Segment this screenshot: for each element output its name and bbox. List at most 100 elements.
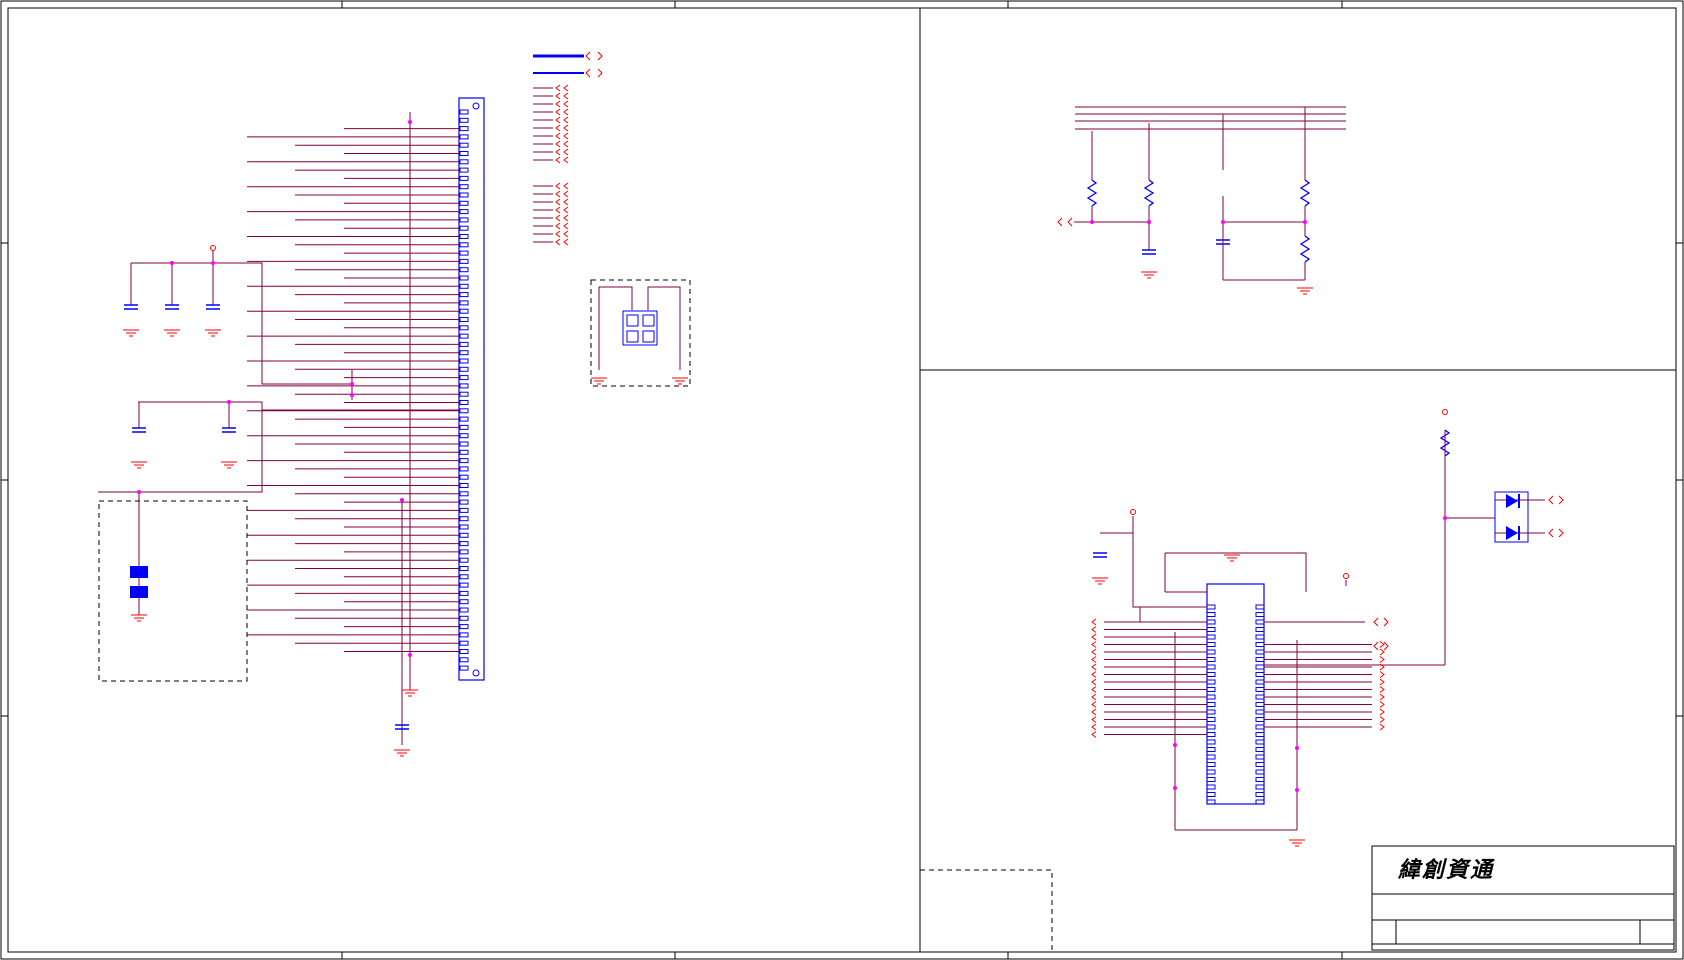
connector-pin — [459, 151, 469, 156]
double-chevron-icon — [1379, 708, 1385, 716]
double-chevron-icon — [1091, 663, 1097, 671]
double-chevron-icon — [555, 156, 561, 164]
capacitors — [124, 239, 1230, 730]
connector-pin — [459, 117, 469, 123]
connector-pin — [459, 532, 469, 538]
ic-pin-right — [1255, 672, 1265, 677]
ic-pin-left — [1206, 702, 1216, 707]
connector-pin — [459, 474, 469, 480]
ic-pin-left — [1206, 642, 1216, 647]
double-chevron-icon — [555, 140, 561, 148]
double-chevron-icon — [1091, 723, 1097, 731]
connector-pin — [459, 640, 469, 646]
ic-pin-right — [1255, 709, 1265, 715]
double-chevron-icon — [1091, 716, 1097, 723]
ic-pin-right — [1255, 732, 1265, 737]
ic-pin-left — [1206, 612, 1216, 617]
connector-pin — [459, 358, 469, 364]
connector-pin — [459, 375, 469, 381]
company-logo-text: 緯創資通 — [1398, 857, 1495, 883]
connector-pin — [459, 590, 469, 596]
double-chevron-icon — [1379, 716, 1385, 723]
resistor-zigzag-icon — [1299, 179, 1311, 207]
double-chevron-icon — [1379, 641, 1385, 648]
double-chevron-icon — [555, 124, 561, 132]
double-chevron-icon — [597, 68, 603, 78]
sheet-frame — [0, 0, 1684, 960]
connector-pin — [459, 649, 469, 654]
double-chevron-icon — [585, 51, 591, 61]
double-chevron-icon — [563, 84, 569, 92]
double-chevron-icon — [555, 214, 561, 222]
ic-pin-left — [1206, 679, 1216, 685]
double-chevron-icon — [1091, 693, 1097, 701]
power-pin-ic-3 — [1442, 409, 1448, 415]
double-chevron-icon — [563, 198, 569, 206]
ic-pin-left — [1206, 784, 1216, 790]
connector-pin — [459, 483, 469, 488]
ic-pin-left — [1206, 664, 1216, 670]
ic-pin-left — [1206, 709, 1216, 715]
double-chevron-icon — [563, 108, 569, 116]
ic-pin-right — [1255, 657, 1265, 662]
connector-pin — [459, 292, 469, 298]
double-chevron-icon — [563, 214, 569, 222]
connector-pin — [459, 167, 469, 173]
double-chevron-icon — [563, 230, 569, 238]
connector-pin — [459, 574, 469, 580]
connector-pin — [459, 665, 469, 671]
double-chevron-icon — [555, 100, 561, 108]
double-chevron-icon — [563, 182, 569, 190]
double-chevron-icon — [1558, 495, 1564, 505]
double-chevron-icon — [1091, 641, 1097, 648]
resistor-zigzag-icon — [1143, 179, 1155, 207]
double-chevron-icon — [1091, 671, 1097, 678]
double-chevron-icon — [555, 132, 561, 140]
connector-pin — [459, 632, 469, 638]
double-chevron-icon — [555, 190, 561, 198]
ic-pin-left — [1206, 769, 1216, 775]
connector-pin — [459, 516, 469, 522]
connector-pin — [459, 541, 469, 547]
double-chevron-icon — [563, 190, 569, 198]
blue-component-2 — [130, 586, 148, 598]
ic-pin-left — [1206, 694, 1216, 700]
connector-pin — [459, 126, 469, 132]
connector-pin — [459, 234, 469, 239]
connector-pin — [459, 491, 469, 497]
connector-pin — [459, 366, 469, 372]
double-chevron-icon — [555, 108, 561, 116]
connector-main — [458, 97, 485, 681]
ic-pin-right — [1255, 747, 1265, 752]
connector-pin — [459, 466, 469, 472]
connector-pin — [459, 300, 469, 306]
double-chevron-icon — [555, 198, 561, 206]
double-chevron-icon — [1091, 648, 1097, 656]
ic-pin-right — [1255, 687, 1265, 692]
connector-pin — [459, 275, 469, 281]
connector-pin — [459, 408, 469, 414]
connector-pin — [459, 317, 469, 322]
ic-pin-right — [1255, 694, 1265, 700]
connector-pin — [459, 308, 469, 314]
ic-pin-right — [1255, 792, 1265, 797]
double-chevron-icon — [1373, 617, 1379, 627]
ic-pin-right — [1255, 754, 1265, 760]
double-chevron-icon — [1091, 708, 1097, 716]
ground-symbols — [123, 271, 1313, 847]
connector-pin — [459, 350, 469, 356]
ic-pin-left — [1206, 619, 1216, 625]
power-pin-marker — [210, 245, 216, 251]
dashed-region-left — [98, 500, 248, 682]
power-pin-ic-2 — [1343, 573, 1349, 579]
connector-pin — [459, 325, 469, 331]
double-chevron-icon — [1379, 693, 1385, 701]
double-chevron-icon — [563, 116, 569, 124]
ic-pin-left — [1206, 687, 1216, 692]
double-chevron-icon — [563, 100, 569, 108]
double-chevron-icon — [555, 222, 561, 230]
connector-pin — [459, 242, 469, 248]
ic-pin-left — [1206, 732, 1216, 737]
double-chevron-icon — [585, 68, 591, 78]
double-chevron-icon — [1067, 217, 1073, 227]
